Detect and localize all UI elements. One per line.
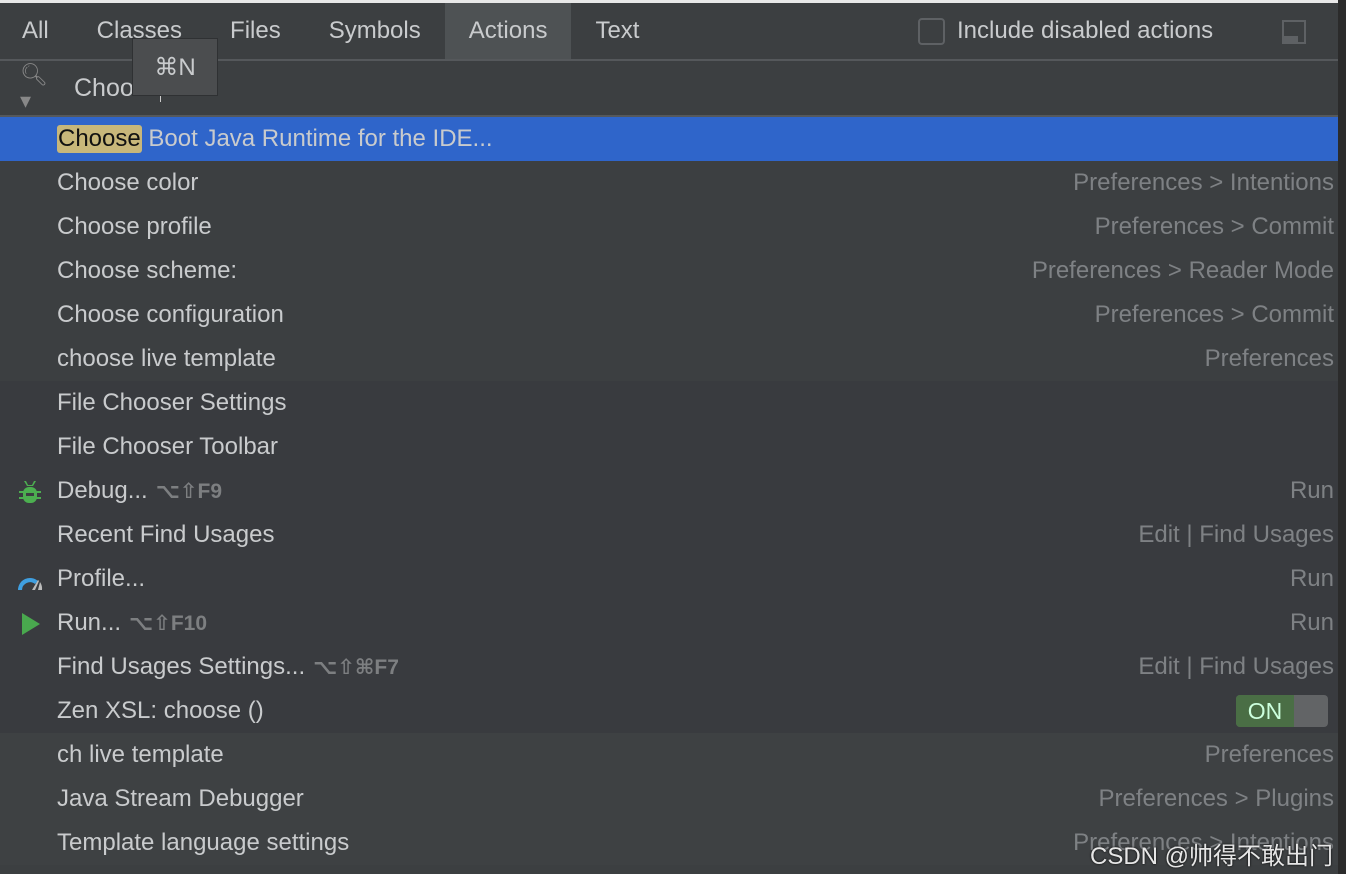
list-item-selected[interactable]: Choose Boot Java Runtime for the IDE... bbox=[0, 117, 1338, 161]
item-location: Edit | Find Usages bbox=[1138, 653, 1334, 680]
tab-actions[interactable]: Actions bbox=[444, 3, 572, 59]
search-icon[interactable]: 🔍︎▾ bbox=[20, 62, 58, 114]
run-play-icon bbox=[16, 610, 44, 638]
window-edge bbox=[1338, 0, 1346, 874]
include-disabled-actions-checkbox[interactable]: Include disabled actions bbox=[918, 17, 1213, 45]
item-location: Preferences bbox=[1204, 345, 1334, 372]
item-location: Edit | Find Usages bbox=[1138, 521, 1334, 548]
list-item[interactable]: Choose scheme: Preferences > Reader Mode bbox=[0, 249, 1338, 293]
item-location: Run bbox=[1289, 477, 1334, 504]
list-item[interactable]: Choose color Preferences > Intentions bbox=[0, 161, 1338, 205]
item-label: Choose scheme: bbox=[57, 257, 238, 284]
item-label: Choose profile bbox=[57, 213, 212, 240]
list-item[interactable]: File Chooser Settings bbox=[0, 381, 1338, 425]
tab-files[interactable]: Files bbox=[206, 3, 305, 59]
option-toggle[interactable]: ON bbox=[1236, 695, 1328, 727]
pin-window-icon[interactable] bbox=[1282, 20, 1306, 44]
list-item[interactable]: Choose configuration Preferences > Commit bbox=[0, 293, 1338, 337]
shortcut-hint: ⌥⇧F9 bbox=[155, 479, 223, 503]
item-location: Preferences > Reader Mode bbox=[1031, 257, 1334, 284]
list-item[interactable]: Find Usages Settings... ⌥⇧⌘F7 Edit | Find … bbox=[0, 645, 1338, 689]
item-label: File Chooser Settings bbox=[57, 389, 287, 416]
list-item[interactable]: choose live template Preferences bbox=[0, 337, 1338, 381]
item-label: Profile... bbox=[57, 565, 146, 592]
item-label: ch live template bbox=[57, 741, 224, 768]
item-label: Boot Java Runtime for the IDE... bbox=[141, 125, 493, 152]
checkbox-box[interactable] bbox=[918, 17, 945, 45]
shortcut-hint: ⌥⇧⌘F7 bbox=[313, 655, 399, 679]
list-item[interactable]: Debug... ⌥⇧F9 Run bbox=[0, 469, 1338, 513]
shortcut-tooltip: ⌘N bbox=[132, 38, 218, 96]
item-location: Run bbox=[1289, 609, 1334, 636]
item-location: Preferences > Intentions bbox=[1073, 169, 1334, 196]
list-item[interactable]: Choose profile Preferences > Commit bbox=[0, 205, 1338, 249]
item-label: Choose color bbox=[57, 169, 199, 196]
checkbox-label: Include disabled actions bbox=[957, 17, 1214, 44]
tab-text[interactable]: Text bbox=[571, 3, 663, 59]
list-item[interactable]: Run... ⌥⇧F10 Run bbox=[0, 601, 1338, 645]
list-item[interactable]: ch live template Preferences bbox=[0, 733, 1338, 777]
item-label: File Chooser Toolbar bbox=[57, 433, 279, 460]
list-item[interactable]: Zen XSL: choose () ON bbox=[0, 689, 1338, 733]
item-location: Preferences > Commit bbox=[1094, 213, 1334, 240]
debug-bug-icon bbox=[16, 478, 44, 506]
toggle-state: ON bbox=[1236, 695, 1294, 727]
item-location: Preferences > Commit bbox=[1094, 301, 1334, 328]
item-label: choose live template bbox=[57, 345, 276, 372]
shortcut-hint: ⌥⇧F10 bbox=[129, 611, 208, 635]
list-item[interactable]: File Chooser Toolbar bbox=[0, 425, 1338, 469]
tab-all[interactable]: All bbox=[0, 3, 73, 59]
list-item[interactable]: Recent Find Usages Edit | Find Usages bbox=[0, 513, 1338, 557]
list-item[interactable]: Profile... Run bbox=[0, 557, 1338, 601]
item-label: Java Stream Debugger bbox=[57, 785, 304, 812]
list-item[interactable]: Java Stream Debugger Preferences > Plugin… bbox=[0, 777, 1338, 821]
item-label: Recent Find Usages bbox=[57, 521, 275, 548]
item-label: Zen XSL: choose () bbox=[57, 697, 264, 724]
item-location: Preferences bbox=[1204, 741, 1334, 768]
search-everywhere-popup: All Classes Files Symbols Actions Text Includ… bbox=[0, 3, 1338, 874]
item-label: Find Usages Settings... bbox=[57, 653, 306, 680]
item-label: Choose configuration bbox=[57, 301, 284, 328]
profiler-gauge-icon bbox=[16, 566, 44, 594]
item-label: Template language settings bbox=[57, 829, 350, 856]
watermark: CSDN @帅得不敢出门 bbox=[1090, 843, 1334, 870]
item-location: Preferences > Plugins bbox=[1098, 785, 1334, 812]
item-label: Run... bbox=[57, 609, 122, 636]
tab-symbols[interactable]: Symbols bbox=[305, 3, 445, 59]
item-location: Run bbox=[1289, 565, 1334, 592]
item-label: Debug... bbox=[57, 477, 148, 504]
match-highlight: Choose bbox=[57, 125, 142, 153]
